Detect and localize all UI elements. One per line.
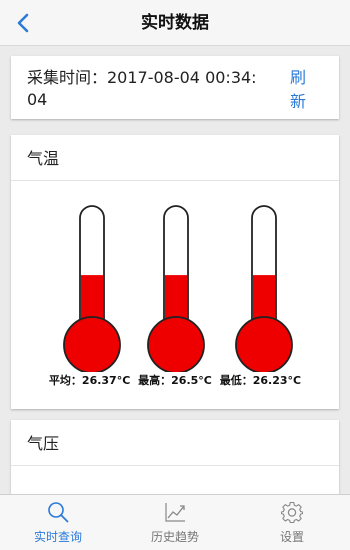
- thermometer-max: [143, 200, 209, 372]
- thermometer-min: [231, 200, 297, 372]
- collection-time-card: 采集时间：2017-08-04 00:34:04 刷新: [11, 56, 339, 119]
- refresh-button[interactable]: 刷新: [285, 66, 311, 114]
- tab-label: 设置: [279, 530, 304, 544]
- thermometer-icon: [63, 205, 121, 372]
- stat-min: 最低：26.23°C: [220, 372, 301, 388]
- tab-bar: 实时查询 历史趋势 设置: [0, 494, 350, 550]
- temperature-stats: 平均：26.37°C 最高：26.5°C 最低：26.23°C: [11, 372, 339, 388]
- tab-label: 实时查询: [33, 530, 82, 544]
- stat-average: 平均：26.37°C: [49, 372, 130, 388]
- stat-average-value: 26.37°C: [81, 374, 131, 387]
- navbar: 实时数据: [0, 0, 350, 46]
- tab-label: 历史趋势: [150, 530, 199, 544]
- page-title: 实时数据: [141, 13, 209, 33]
- stat-min-label: 最低：: [219, 374, 253, 387]
- collection-time-text: 采集时间：2017-08-04 00:34:04: [27, 68, 257, 109]
- stat-max-label: 最高：: [138, 374, 172, 387]
- tab-realtime-query[interactable]: 实时查询: [0, 495, 116, 550]
- thermometer-icon: [235, 205, 293, 372]
- thermometer-icon: [147, 205, 205, 372]
- stat-max-value: 26.5°C: [171, 374, 212, 387]
- stat-max: 最高：26.5°C: [138, 372, 212, 388]
- stat-average-label: 平均：: [48, 374, 82, 387]
- pressure-title: 气压: [11, 420, 339, 466]
- trend-chart-icon: [165, 503, 185, 522]
- temperature-card: 气温 平均：26.37°C 最高：26.5°C 最低：26.23°C: [11, 135, 339, 409]
- stat-min-value: 26.23°C: [252, 374, 302, 387]
- thermometer-average: [59, 200, 125, 372]
- tab-settings[interactable]: 设置: [234, 495, 350, 550]
- search-icon: [48, 502, 69, 523]
- gear-icon: [281, 501, 303, 523]
- temperature-title: 气温: [11, 135, 339, 181]
- tab-history-trend[interactable]: 历史趋势: [117, 495, 233, 550]
